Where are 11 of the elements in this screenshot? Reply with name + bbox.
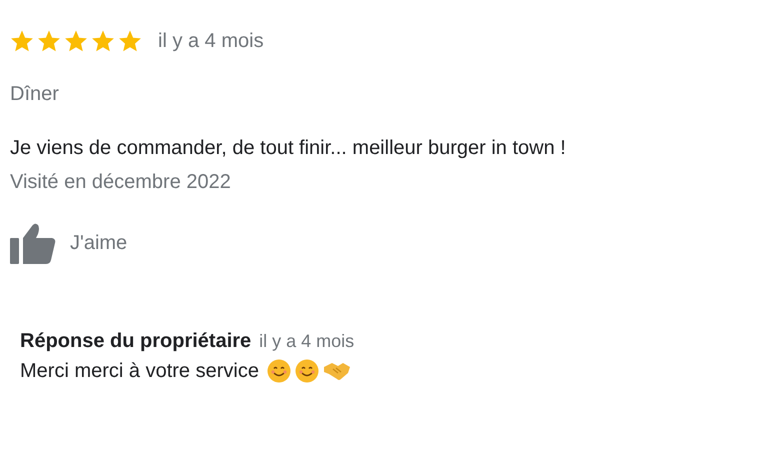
response-title: Réponse du propriétaire [20,329,252,354]
visit-date: Visité en décembre 2022 [10,170,232,194]
response-text: Merci merci à votre service [20,359,259,384]
response-time: il y a 4 mois [259,330,354,353]
thumbs-up-icon [10,222,56,264]
review-time: il y a 4 mois [158,29,264,54]
meal-type: Dîner [10,82,60,106]
review-text: Je viens de commander, de tout finir... meilleur burger in town ! [10,136,567,160]
smiley-icon [266,359,291,383]
like-button[interactable]: J'aime [10,222,128,264]
smiley-icon [294,359,319,383]
